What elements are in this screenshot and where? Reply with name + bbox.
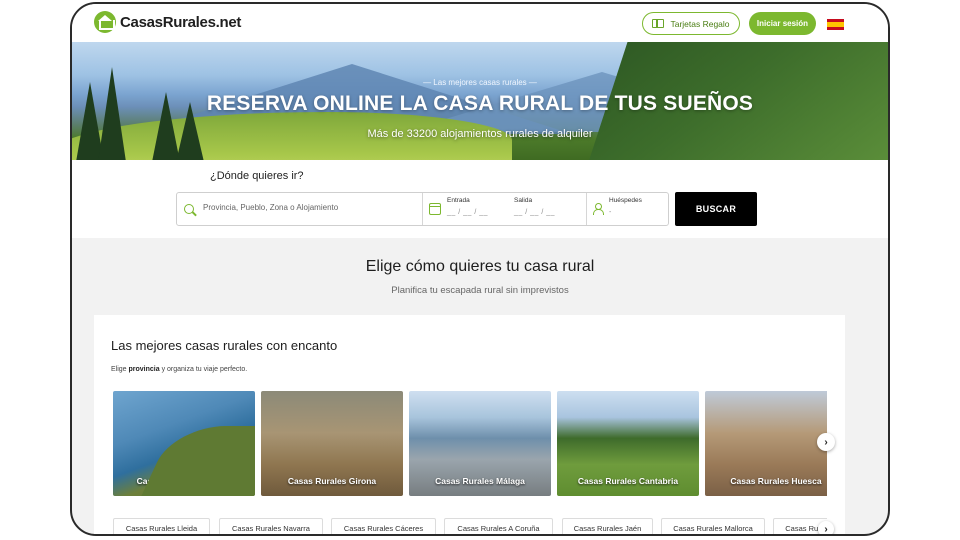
province-chips: Casas Rurales Lleida Casas Rurales Navar… (113, 518, 827, 534)
province-chip[interactable]: Casas Rurales Mallorca (661, 518, 765, 534)
search-form: Entrada __ / __ / __ Salida __ / __ / __… (176, 192, 669, 226)
search-icon (184, 204, 194, 214)
province-card-malaga[interactable]: Casas Rurales Málaga (409, 391, 551, 496)
card-subtitle-start: Elige (111, 366, 129, 373)
province-card-label: Casas Rurales Cantabria (577, 476, 679, 486)
province-chip[interactable]: Casas Rurales Navarra (219, 518, 323, 534)
province-card-asturias[interactable]: Casas Rurales Asturias (113, 391, 255, 496)
gift-cards-button[interactable]: Tarjetas Regalo (642, 12, 740, 35)
gift-cards-label: Tarjetas Regalo (670, 18, 730, 29)
guests-block: Huéspedes - (609, 197, 642, 216)
province-chip[interactable]: Casas Rurales Jaén (562, 518, 653, 534)
card-subtitle-bold: provincia (128, 366, 160, 373)
checkout-value: __ / __ / __ (514, 209, 556, 216)
guests-field[interactable]: Huéspedes - (587, 193, 669, 225)
hero-count-text: Más de 33200 alojamientos rurales de alq… (367, 128, 593, 140)
province-card-cantabria[interactable]: Casas Rurales Cantabria (557, 391, 699, 496)
destination-field[interactable] (177, 193, 423, 225)
browser-frame: CasasRurales.net Tarjetas Regalo Iniciar… (70, 2, 890, 536)
card-subtitle-end: y organiza tu viaje perfecto. (159, 366, 248, 373)
house-logo-icon (94, 11, 116, 33)
province-chip[interactable]: Casas Rurales Lleida (113, 518, 210, 534)
guests-icon (593, 203, 605, 215)
province-card-label: Casas Rurales Huesca (730, 476, 822, 486)
province-card-label: Casas Rurales Málaga (435, 476, 525, 486)
site-logo[interactable]: CasasRurales.net (94, 11, 241, 33)
logo-text: CasasRurales.net (120, 13, 242, 31)
gift-card-icon (652, 19, 665, 28)
province-chip[interactable]: Casas Rurales Cáceres (331, 518, 436, 534)
hero-title: RESERVA ONLINE LA CASA RURAL DE TUS SUEÑ… (206, 92, 754, 115)
checkin-value: __ / __ / __ (447, 209, 489, 216)
checkout-label: Salida (514, 197, 533, 204)
province-card-huesca[interactable]: Casas Rurales Huesca (705, 391, 827, 496)
destination-input[interactable] (203, 203, 413, 212)
search-section: ¿Dónde quieres ir? Entrada __ / __ / __ … (72, 160, 888, 238)
provinces-card: Las mejores casas rurales con encanto El… (94, 315, 845, 534)
guests-value: - (609, 209, 612, 216)
chips-next-icon[interactable]: › (818, 521, 834, 534)
calendar-icon (429, 203, 441, 215)
hero-kicker: — Las mejores casas rurales — (423, 78, 537, 87)
province-card-girona[interactable]: Casas Rurales Girona (261, 391, 403, 496)
hero-banner: — Las mejores casas rurales — RESERVA ON… (72, 42, 888, 160)
province-card-label: Casas Rurales Girona (287, 476, 377, 486)
checkin-field[interactable]: Entrada __ / __ / __ (447, 197, 488, 216)
section-subtitle: Planifica tu escapada rural sin imprevis… (391, 285, 569, 296)
section-title: Elige cómo quieres tu casa rural (365, 258, 595, 275)
dates-field[interactable]: Entrada __ / __ / __ Salida __ / __ / __ (423, 193, 587, 225)
search-question: ¿Dónde quieres ir? (210, 170, 304, 182)
site-header: CasasRurales.net Tarjetas Regalo Iniciar… (72, 4, 888, 42)
province-chip[interactable]: Casas Rurales A Coruña (444, 518, 553, 534)
login-button[interactable]: Iniciar sesión (749, 12, 816, 35)
checkout-field[interactable]: Salida __ / __ / __ (514, 197, 555, 216)
card-subtitle: Elige provincia y organiza tu viaje perf… (111, 366, 247, 373)
card-title: Las mejores casas rurales con encanto (111, 338, 338, 353)
guests-label: Huéspedes (609, 197, 642, 204)
flag-spain-icon[interactable] (827, 19, 844, 30)
carousel-next-icon[interactable]: › (817, 433, 835, 451)
search-button[interactable]: BUSCAR (675, 192, 757, 226)
province-card-label: Casas Rurales Asturias (136, 476, 232, 486)
checkin-label: Entrada (447, 197, 470, 204)
province-carousel: Casas Rurales Asturias Casas Rurales Gir… (113, 391, 827, 496)
